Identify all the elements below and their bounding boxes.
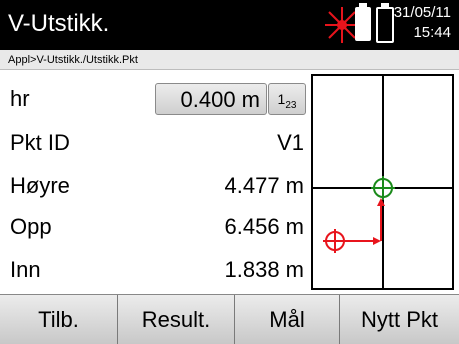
breadcrumb: Appl>V-Utstikk./Utstikk.Pkt <box>0 50 459 70</box>
point-id-label: Pkt ID <box>10 130 70 155</box>
title-bar: V-Utstikk. 31/05/11 15:44 <box>0 0 459 50</box>
hr-input[interactable]: 0.400 m <box>155 83 267 115</box>
battery-full-icon <box>355 3 371 41</box>
softkey-bar: Tilb. Result. Mål Nytt Pkt <box>0 294 459 344</box>
time-display: 15:44 <box>413 24 451 41</box>
point-id-value: V1 <box>277 130 304 155</box>
result-button[interactable]: Result. <box>118 295 235 344</box>
stakeout-graphic <box>311 74 454 290</box>
direction-arrows <box>345 198 385 245</box>
date-display: 31/05/11 <box>393 4 451 21</box>
back-button[interactable]: Tilb. <box>0 295 118 344</box>
up-label: Opp <box>10 214 52 239</box>
battery-empty-icon <box>376 3 394 43</box>
up-row: Opp 6.456 m <box>0 206 310 250</box>
target-point-icon <box>371 176 395 200</box>
hr-value: 0.400 m <box>180 87 261 112</box>
measure-button[interactable]: Mål <box>235 295 340 344</box>
point-id-row: Pkt ID V1 <box>0 122 310 166</box>
up-value: 6.456 m <box>224 214 305 239</box>
input-mode-button[interactable]: 123 <box>268 83 306 115</box>
app-title: V-Utstikk. <box>8 10 110 37</box>
new-point-button[interactable]: Nytt Pkt <box>340 295 459 344</box>
right-row: Høyre 4.477 m <box>0 165 310 209</box>
current-position-icon <box>323 229 347 253</box>
in-value: 1.838 m <box>224 257 305 282</box>
in-label: Inn <box>10 257 41 282</box>
hr-label: hr <box>10 86 30 111</box>
right-label: Høyre <box>10 173 70 198</box>
right-value: 4.477 m <box>224 173 305 198</box>
in-row: Inn 1.838 m <box>0 249 310 293</box>
